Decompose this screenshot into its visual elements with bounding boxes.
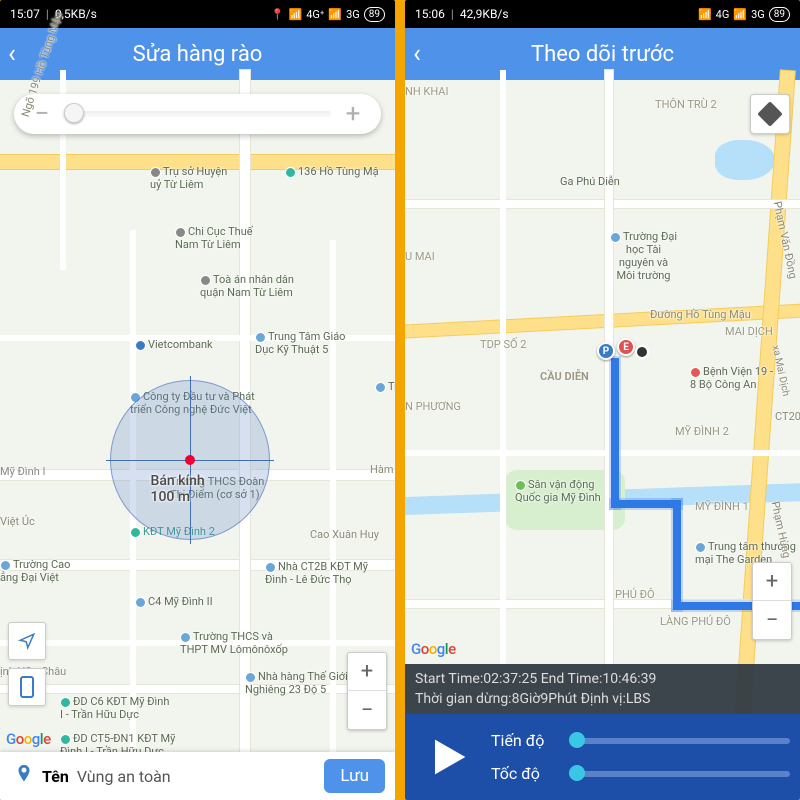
- poi: Trung Tâm Giáo Dục Kỹ Thuật 5: [255, 330, 345, 356]
- area-label: MAI DỊCH: [725, 325, 773, 338]
- zoom-out-button[interactable]: −: [348, 691, 386, 729]
- road-label: Đường Hồ Tùng Mậu: [650, 308, 751, 321]
- name-value[interactable]: Vùng an toàn: [77, 767, 171, 786]
- save-button[interactable]: Lưu: [324, 759, 385, 793]
- poi: Chi Cục Thuế Nam Từ Liêm: [175, 225, 253, 251]
- speed-label: Tốc độ: [491, 764, 555, 783]
- poi: Vietcombank: [135, 338, 213, 351]
- app-bar: ‹ Theo dõi trước: [405, 28, 800, 80]
- back-button[interactable]: ‹: [413, 41, 443, 67]
- area-label: MỸ ĐÌNH 2: [675, 425, 729, 438]
- bottom-bar: Tên Vùng an toàn Lưu: [0, 752, 395, 800]
- status-battery: 89: [769, 7, 790, 22]
- stop-duration: Thời gian dừng:8Giờ9Phút Định vị:LBS: [415, 690, 790, 710]
- layers-icon: [757, 101, 782, 126]
- phone-icon: [20, 676, 34, 698]
- phone-right: 15:06 | 42,9KB/s 📶4G 📶3G 89 ‹ Theo dõi t…: [405, 0, 800, 800]
- area-label: Mỹ Đình I: [0, 465, 46, 478]
- radius-slider[interactable]: − +: [14, 94, 381, 134]
- poi: 136 Hồ Tùng Mậ: [285, 165, 379, 178]
- play-button[interactable]: [405, 714, 491, 800]
- poi: Trường THCS và THPT MV Lômônôxốp: [180, 630, 288, 656]
- name-label: Tên: [42, 767, 69, 786]
- zoom-in-button[interactable]: +: [348, 653, 386, 691]
- poi: Việt Úc: [0, 515, 35, 528]
- poi: Toà án nhân dân quận Nam Từ Liêm: [200, 273, 294, 299]
- area-label: CẦU DIỄN: [540, 370, 589, 383]
- status-sig1: 4G⁺: [306, 8, 324, 21]
- status-sig2: 3G: [751, 8, 765, 21]
- area-label: MỸ ĐÌNH 1: [695, 500, 749, 513]
- poi: Trường Đại học Tài nguyên và Môi trường: [610, 230, 677, 282]
- poi: Trụ sở Huyện uỷ Từ Liêm: [150, 165, 227, 191]
- status-battery: 89: [364, 7, 385, 22]
- area-label: THÔN TRÙ 2: [655, 98, 717, 111]
- layers-button[interactable]: [750, 94, 790, 134]
- status-time: 15:06: [415, 7, 445, 21]
- status-bar: 15:06 | 42,9KB/s 📶4G 📶3G 89: [405, 0, 800, 28]
- road-label: Cao Xuân Huy: [310, 528, 379, 541]
- area-label: N PHƯƠNG: [405, 400, 461, 413]
- area-label: NH KHAI: [405, 85, 448, 98]
- page-title: Theo dõi trước: [405, 42, 800, 67]
- start-time-label: Start Time:: [415, 671, 483, 687]
- status-sig1: 4G: [716, 8, 730, 21]
- poi: Ga Phú Diễn: [560, 175, 620, 188]
- google-logo: Google: [6, 730, 51, 748]
- plus-icon[interactable]: +: [341, 99, 365, 129]
- zoom-controls: + −: [752, 562, 792, 640]
- zoom-out-button[interactable]: −: [753, 601, 791, 639]
- device-button[interactable]: [8, 668, 46, 706]
- zoom-in-button[interactable]: +: [753, 563, 791, 601]
- road-label: CT20: [775, 410, 800, 423]
- back-button[interactable]: ‹: [8, 41, 38, 67]
- poi: Bệnh Viện 19 - 8 Bộ Công An: [690, 365, 773, 391]
- page-title: Sửa hàng rào: [0, 42, 395, 67]
- route-current-marker: [635, 345, 649, 359]
- phone-left: 15:07 | 0,5KB/s 📍 📶4G⁺ 📶3G 89 ‹ Sửa hàng…: [0, 0, 395, 800]
- poi: Trườ: [375, 380, 395, 393]
- zoom-controls: + −: [347, 652, 387, 730]
- status-loc-icon: 📍: [271, 8, 285, 21]
- poi: Trường Cao ẳng Đại Việt: [0, 558, 70, 584]
- poi: ĐD C6 KĐT Mỹ Đình I - Trần Hữu Dực: [60, 695, 169, 721]
- geofence-circle[interactable]: Bán kính 100 m: [110, 380, 270, 540]
- road-label: Hàm Nghi: [370, 463, 395, 476]
- poi: Nhà CT2B KĐT Mỹ Đình - Lê Đức Thọ: [265, 560, 368, 586]
- geofence-center-icon: [185, 455, 195, 465]
- pin-icon: [10, 763, 38, 790]
- area-label: LÀNG PHÚ ĐÔ: [660, 615, 731, 628]
- slider-thumb[interactable]: [569, 765, 585, 781]
- area-label: PHÚ ĐÔ: [615, 588, 655, 601]
- slider-thumb[interactable]: [569, 732, 585, 748]
- poi: C4 Mỹ Đình II: [135, 595, 213, 608]
- route-end-marker[interactable]: E: [617, 338, 635, 356]
- map-canvas[interactable]: P E NH KHAI THÔN TRÙ 2 Ga Phú Diễn U MAI…: [405, 80, 800, 800]
- geofence-radius-label: Bán kính 100 m: [151, 473, 230, 505]
- status-time: 15:07: [10, 7, 40, 21]
- locate-button[interactable]: [8, 622, 46, 660]
- progress-label: Tiến độ: [491, 731, 555, 750]
- end-time-label: End Time:: [537, 671, 602, 687]
- slider-thumb[interactable]: [64, 103, 84, 123]
- area-label: U MAI: [405, 250, 435, 263]
- speed-slider[interactable]: [569, 771, 790, 777]
- start-time-value: 02:37:25: [483, 671, 537, 687]
- track-info-bar: Start Time:02:37:25 End Time:10:46:39 Th…: [405, 664, 800, 714]
- progress-slider[interactable]: [569, 738, 790, 744]
- map-canvas[interactable]: − + Trụ sở Huyện uỷ Từ Liêm 136 Hồ Tùng …: [0, 80, 395, 800]
- status-sig2: 3G: [346, 8, 360, 21]
- poi: Sân vận động Quốc gia Mỹ Đình: [515, 478, 601, 504]
- area-label: TDP SỐ 2: [480, 338, 526, 351]
- route-start-marker[interactable]: P: [597, 342, 615, 360]
- play-icon: [422, 731, 474, 783]
- playback-bar: Tiến độ Tốc độ: [405, 714, 800, 800]
- end-time-value: 10:46:39: [602, 671, 656, 687]
- google-logo: Google: [411, 640, 456, 658]
- slider-track[interactable]: [64, 111, 331, 117]
- status-net: 42,9KB/s: [460, 7, 509, 21]
- poi: Nhà hàng Thế Giới Nghiêng 23 Độ 5: [245, 670, 348, 696]
